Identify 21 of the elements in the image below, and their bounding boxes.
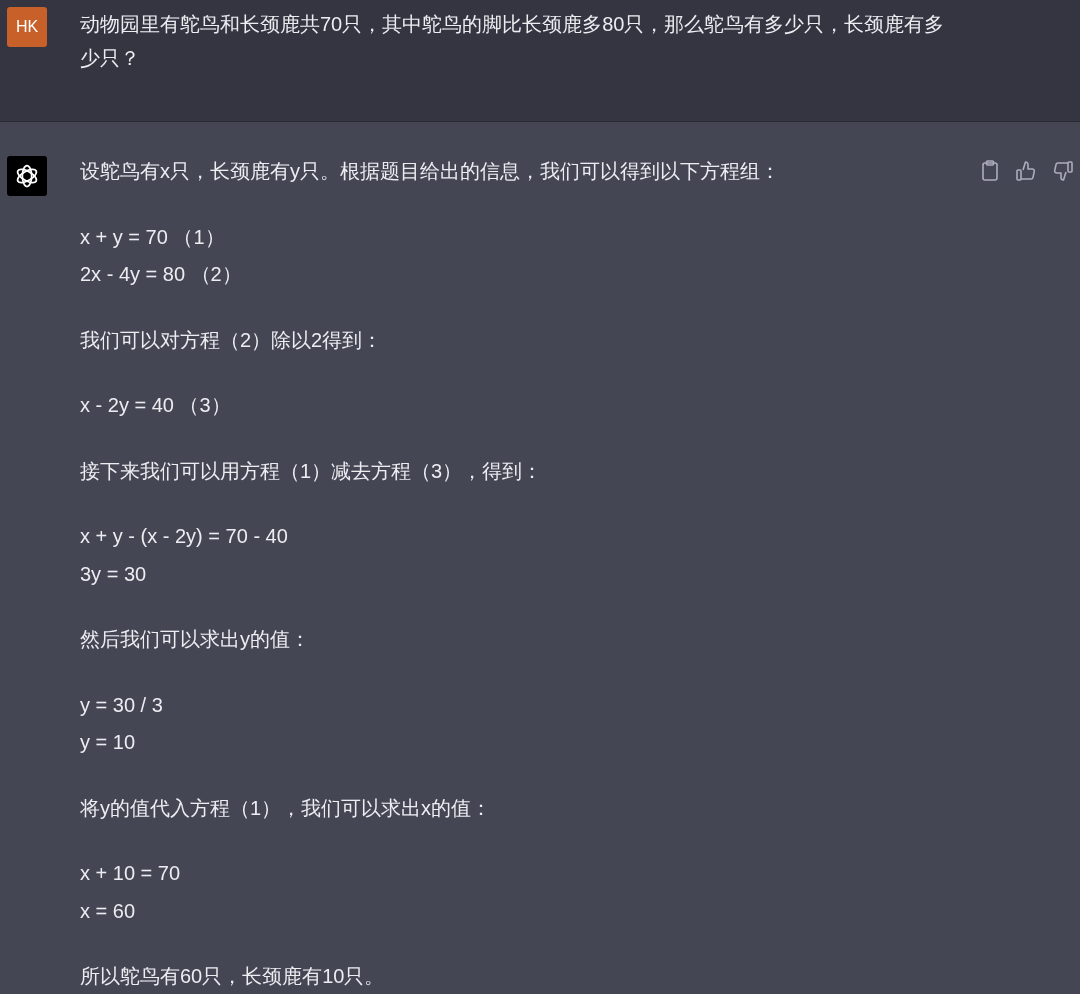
answer-line: x + y - (x - 2y) = 70 - 40	[80, 524, 289, 549]
answer-line: x + 10 = 70	[80, 861, 182, 886]
answer-line: 所以鸵鸟有60只，长颈鹿有10只。	[80, 964, 386, 989]
copy-icon[interactable]	[980, 160, 1000, 182]
assistant-avatar	[7, 156, 47, 196]
answer-line: 将y的值代入方程（1），我们可以求出x的值：	[80, 795, 493, 821]
user-avatar: HK	[7, 7, 47, 47]
thumbs-down-icon[interactable]	[1052, 160, 1074, 182]
answer-line: 然后我们可以求出y的值：	[80, 627, 311, 652]
answer-line: 设鸵鸟有x只，长颈鹿有y只。根据题目给出的信息，我们可以得到以下方程组：	[80, 159, 780, 184]
answer-line: 3y = 30	[80, 561, 148, 587]
answer-line: x = 60	[80, 898, 137, 924]
answer-line: x + y = 70 （1）	[80, 224, 226, 250]
answer-line: 我们可以对方程（2）除以2得到：	[80, 327, 384, 353]
answer-line: 接下来我们可以用方程（1）减去方程（3），得到：	[80, 458, 544, 484]
thumbs-up-icon[interactable]	[1015, 160, 1037, 182]
answer-line: y = 30 / 3	[80, 692, 164, 718]
question-text: 动物园里有鸵鸟和长颈鹿共70只，其中鸵鸟的脚比长颈鹿多80只，那么鸵鸟有多少只，长颈鹿有多少只？	[80, 12, 946, 71]
answer-line: x - 2y = 40 （3）	[80, 393, 232, 418]
answer-line: y = 10	[80, 730, 137, 755]
answer-line: 2x - 4y = 80 （2）	[80, 262, 243, 287]
